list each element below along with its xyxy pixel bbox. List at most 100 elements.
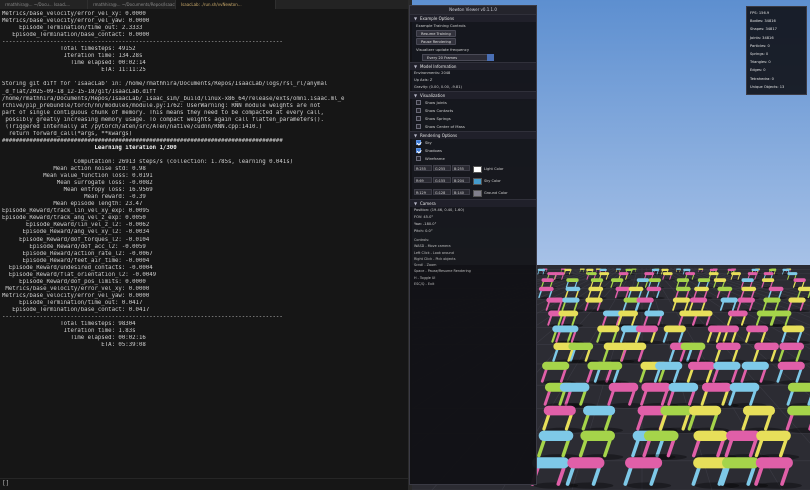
color-channel-field[interactable]: B:140 [452,189,470,195]
terminal-line: Mean reward: -0.39 [2,194,146,201]
terminal-window[interactable]: rmathhira@... ~/Docu... IsaacL... rmathh… [0,0,408,490]
color-channel-field[interactable]: G:128 [433,189,451,195]
terminal-line: Learning iteration 1/300 [2,144,177,151]
terminal-line: Episode_Reward/undesired_contacts: -0.00… [2,264,153,271]
robot-body [727,310,748,317]
viewer-options-panel[interactable]: Newton Viewer v0.1.1.0 ▼ Example Options … [409,5,537,485]
stat-line: FPS: 156.9 [750,11,770,15]
checkbox[interactable] [416,100,421,105]
resume-training-button[interactable]: Resume Training [416,30,456,37]
toggle-show-joints[interactable]: Show Joints [410,99,536,107]
terminal-line: Iteration time: 134.28s [2,53,143,60]
stat-line: Tetrahedra: 0 [750,76,774,81]
checkbox-label: Wireframe [425,156,445,161]
color-swatch[interactable] [473,177,482,185]
robot-shadow [564,273,574,276]
color-channel-field[interactable]: R:69 [414,177,432,183]
checkbox[interactable] [416,156,421,161]
toggle-show-contacts[interactable]: Show Contacts [410,107,536,115]
robot-body [751,268,759,271]
color-channel-field[interactable]: G:155 [433,177,451,183]
robot-shadow [580,271,586,273]
toggle-shadows[interactable]: Shadows [410,147,536,155]
color-channel-field[interactable]: G:255 [433,165,451,171]
robot-body [586,268,594,271]
robot-body [768,268,777,271]
robot-body [618,310,638,317]
update-frequency-label: Visualizer update frequency [416,47,470,52]
robot-body [599,272,610,276]
section-camera[interactable]: ▼ Camera [410,199,536,207]
robot-body [692,310,713,317]
robot-body [580,430,615,441]
checkbox[interactable] [416,124,421,129]
robot-body [788,297,806,303]
terminal-line: ----------------------------------------… [2,39,283,46]
stat-line: Bodies: 34816 [750,19,776,24]
color-swatch[interactable] [473,165,482,173]
checkbox[interactable] [416,140,421,145]
terminal-line: Episode_Reward/dof_acc_l2: -0.0059 [2,243,146,250]
robot-body [661,268,669,271]
robot-body [558,310,579,317]
section-visualization[interactable]: ▼ Visualization [410,91,536,99]
robot-body [610,278,624,282]
robot-body [567,457,605,469]
color-channel-field[interactable]: B:204 [452,177,470,183]
checkbox-label: Show Contacts [425,108,454,113]
viewer-title: Newton Viewer v0.1.1.0 [410,6,536,14]
robot-shadow [538,273,547,276]
robot-body [741,278,754,282]
terminal-line: Episode_Termination/base_contact: 0.0000 [2,32,150,39]
terminal-tab-3[interactable]: IsaacLab: ./run.sh/vvNewton... [176,0,276,9]
terminal-line: Episode_Reward/flat_orientation_l2: -0.0… [2,271,157,278]
terminal-line: Iteration time: 1.83s [2,328,136,335]
robot-body [636,297,654,303]
robot-body [713,278,727,282]
dropdown-arrow-icon [487,54,494,61]
color-picker-row: R:255 G:255 B:255 Light Color [410,163,536,175]
color-channel-field[interactable]: R:129 [414,189,432,195]
checkbox[interactable] [416,116,421,121]
robot-body [797,286,810,292]
robot-body [782,268,790,271]
robot-body [779,342,805,351]
robot-body [763,272,774,276]
terminal-line: Episode_Reward/track_ang_vel_z_exp: 0.00… [2,215,146,222]
robot-body [628,286,644,292]
pause-rendering-button[interactable]: Pause Rendering [416,38,457,45]
section-model-information[interactable]: ▼ Model Information [410,62,536,70]
terminal-line: Episode_Termination/time_out: 2.3333 [2,25,143,32]
toggle-sky[interactable]: Sky [410,139,536,147]
stat-line: Joints: 34816 [750,35,774,40]
toggle-wireframe[interactable]: Wireframe [410,155,536,163]
robot-body [635,325,659,333]
robot-body [644,272,655,276]
toggle-show-springs[interactable]: Show Springs [410,115,536,123]
robot-body [729,382,760,392]
robot-body [741,361,769,370]
toggle-show-center-of-mass[interactable]: Show Center of Mass [410,123,536,131]
robot-body [662,272,673,276]
robot-body [532,457,570,469]
checkbox-label: Shadows [425,148,442,153]
robot-body [754,342,779,351]
section-example-options[interactable]: ▼ Example Options [410,14,536,22]
robot-body [737,297,755,303]
checkbox[interactable] [416,148,421,153]
checkbox[interactable] [416,108,421,113]
color-channel-field[interactable]: B:255 [452,165,470,171]
robot-body [722,457,760,469]
terminal-line: Storing git diff for 'IsaacLab' in: /hom… [2,81,328,88]
terminal-tab-1[interactable]: rmathhira@... ~/Docu... IsaacL... [0,0,88,9]
robot-body [621,342,647,351]
update-frequency-select[interactable]: Every 20 Frames [422,54,494,61]
color-swatch[interactable] [473,189,482,197]
section-rendering-options[interactable]: ▼ Rendering Options [410,131,536,139]
color-channel-field[interactable]: R:255 [414,165,432,171]
robot-shadow [663,278,676,281]
robot-body [583,405,616,416]
robot-shadow [757,482,802,489]
terminal-tab-2[interactable]: rmathhira@... ~/Documents/Repos/IsaacL..… [88,0,176,9]
terminal-line: Metrics/base_velocity/error_vel_yaw: 0.0… [2,18,150,25]
